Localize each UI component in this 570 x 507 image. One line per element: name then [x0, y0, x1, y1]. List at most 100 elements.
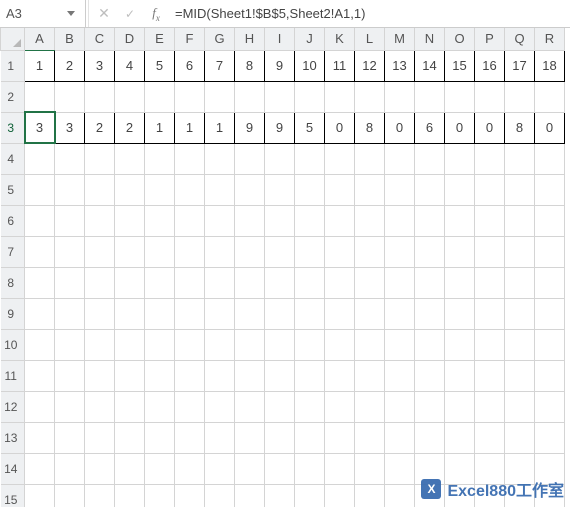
cell-A12[interactable] [25, 391, 55, 422]
cell-Q7[interactable] [505, 236, 535, 267]
cell-I10[interactable] [265, 329, 295, 360]
cell-Q3[interactable]: 8 [505, 112, 535, 143]
cell-Q11[interactable] [505, 360, 535, 391]
cell-E8[interactable] [145, 267, 175, 298]
cell-L10[interactable] [355, 329, 385, 360]
cell-N13[interactable] [415, 422, 445, 453]
cell-H5[interactable] [235, 174, 265, 205]
cell-J8[interactable] [295, 267, 325, 298]
column-header-J[interactable]: J [295, 28, 325, 50]
cell-J13[interactable] [295, 422, 325, 453]
row-header-8[interactable]: 8 [1, 267, 25, 298]
cell-K6[interactable] [325, 205, 355, 236]
cell-F12[interactable] [175, 391, 205, 422]
cell-C3[interactable]: 2 [85, 112, 115, 143]
cell-Q6[interactable] [505, 205, 535, 236]
cell-Q15[interactable] [505, 484, 535, 507]
cell-P1[interactable]: 16 [475, 50, 505, 81]
cell-A1[interactable]: 1 [25, 50, 55, 81]
cell-B15[interactable] [55, 484, 85, 507]
cell-Q1[interactable]: 17 [505, 50, 535, 81]
cell-F8[interactable] [175, 267, 205, 298]
cell-N11[interactable] [415, 360, 445, 391]
cell-L13[interactable] [355, 422, 385, 453]
cell-R4[interactable] [535, 143, 565, 174]
cell-N3[interactable]: 6 [415, 112, 445, 143]
cell-A2[interactable] [25, 81, 55, 112]
cell-R1[interactable]: 18 [535, 50, 565, 81]
cell-N10[interactable] [415, 329, 445, 360]
cell-E7[interactable] [145, 236, 175, 267]
cell-P11[interactable] [475, 360, 505, 391]
cell-C5[interactable] [85, 174, 115, 205]
cell-G5[interactable] [205, 174, 235, 205]
cell-N7[interactable] [415, 236, 445, 267]
cell-I11[interactable] [265, 360, 295, 391]
cell-R11[interactable] [535, 360, 565, 391]
cell-F5[interactable] [175, 174, 205, 205]
cell-F4[interactable] [175, 143, 205, 174]
cell-B9[interactable] [55, 298, 85, 329]
cell-L14[interactable] [355, 453, 385, 484]
cell-O5[interactable] [445, 174, 475, 205]
cell-C2[interactable] [85, 81, 115, 112]
cell-D7[interactable] [115, 236, 145, 267]
cell-I13[interactable] [265, 422, 295, 453]
cell-H13[interactable] [235, 422, 265, 453]
cell-F7[interactable] [175, 236, 205, 267]
cell-G1[interactable]: 7 [205, 50, 235, 81]
cell-P4[interactable] [475, 143, 505, 174]
cell-E6[interactable] [145, 205, 175, 236]
cell-L7[interactable] [355, 236, 385, 267]
column-header-M[interactable]: M [385, 28, 415, 50]
cell-J11[interactable] [295, 360, 325, 391]
cancel-icon[interactable]: ✕ [91, 0, 117, 27]
cell-J10[interactable] [295, 329, 325, 360]
cell-J15[interactable] [295, 484, 325, 507]
cell-G2[interactable] [205, 81, 235, 112]
cell-L3[interactable]: 8 [355, 112, 385, 143]
row-header-3[interactable]: 3 [1, 112, 25, 143]
cell-N9[interactable] [415, 298, 445, 329]
row-header-2[interactable]: 2 [1, 81, 25, 112]
cell-N4[interactable] [415, 143, 445, 174]
cell-P14[interactable] [475, 453, 505, 484]
row-header-1[interactable]: 1 [1, 50, 25, 81]
cell-B12[interactable] [55, 391, 85, 422]
cell-M6[interactable] [385, 205, 415, 236]
cell-F9[interactable] [175, 298, 205, 329]
cell-J12[interactable] [295, 391, 325, 422]
cell-D2[interactable] [115, 81, 145, 112]
cell-D15[interactable] [115, 484, 145, 507]
cell-H8[interactable] [235, 267, 265, 298]
cell-D8[interactable] [115, 267, 145, 298]
column-header-N[interactable]: N [415, 28, 445, 50]
cell-A4[interactable] [25, 143, 55, 174]
row-header-12[interactable]: 12 [1, 391, 25, 422]
cell-G8[interactable] [205, 267, 235, 298]
column-header-C[interactable]: C [85, 28, 115, 50]
row-header-15[interactable]: 15 [1, 484, 25, 507]
cell-J5[interactable] [295, 174, 325, 205]
cell-O3[interactable]: 0 [445, 112, 475, 143]
cell-B2[interactable] [55, 81, 85, 112]
cell-R8[interactable] [535, 267, 565, 298]
cell-B14[interactable] [55, 453, 85, 484]
formula-input[interactable]: =MID(Sheet1!$B$5,Sheet2!A1,1) [169, 0, 570, 27]
cell-M13[interactable] [385, 422, 415, 453]
cell-E11[interactable] [145, 360, 175, 391]
cell-K9[interactable] [325, 298, 355, 329]
cell-H4[interactable] [235, 143, 265, 174]
cell-G4[interactable] [205, 143, 235, 174]
column-header-F[interactable]: F [175, 28, 205, 50]
cell-N5[interactable] [415, 174, 445, 205]
cell-O10[interactable] [445, 329, 475, 360]
row-header-11[interactable]: 11 [1, 360, 25, 391]
cell-R6[interactable] [535, 205, 565, 236]
cell-N2[interactable] [415, 81, 445, 112]
cell-F3[interactable]: 1 [175, 112, 205, 143]
cell-N15[interactable] [415, 484, 445, 507]
cell-B4[interactable] [55, 143, 85, 174]
cell-K13[interactable] [325, 422, 355, 453]
cell-I14[interactable] [265, 453, 295, 484]
